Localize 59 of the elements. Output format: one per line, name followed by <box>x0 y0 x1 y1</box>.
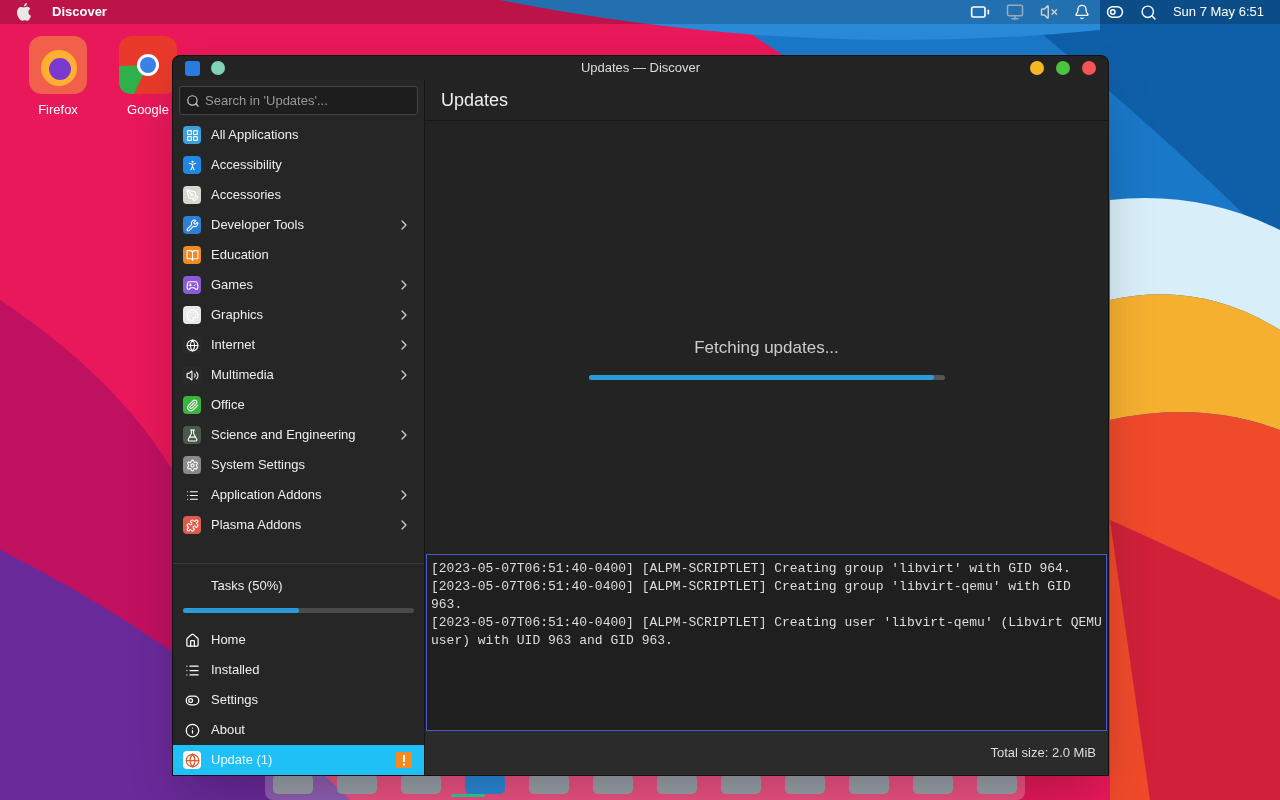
log-line: [2023-05-07T06:51:40-0400] [ALPM-SCRIPTLET] Creating group 'libvirt' with GID 964. <box>431 560 1072 578</box>
warning-icon <box>396 752 412 768</box>
apple-logo-icon[interactable] <box>16 3 32 21</box>
category-item[interactable]: Graphics <box>173 300 424 330</box>
desktop-icon-label[interactable]: Firefox <box>38 100 78 120</box>
paperclip-icon <box>183 396 201 414</box>
info-icon <box>183 721 201 739</box>
category-item[interactable]: Games <box>173 270 424 300</box>
window-title: Updates — Discover <box>580 59 701 78</box>
category-item[interactable]: Developer Tools <box>173 210 424 240</box>
nav-item[interactable]: Home <box>173 625 424 655</box>
category-item[interactable]: Plasma Addons <box>173 510 424 540</box>
nav-item[interactable]: Settings <box>173 685 424 715</box>
close-button[interactable] <box>1082 61 1096 75</box>
category-item[interactable]: Accessibility <box>173 150 424 180</box>
home-icon <box>183 631 201 649</box>
gamepad-icon <box>183 276 201 294</box>
wrench-icon <box>183 216 201 234</box>
pen-icon <box>183 186 201 204</box>
bell-icon[interactable] <box>1073 4 1090 20</box>
fox-app-icon[interactable] <box>29 36 87 94</box>
toggle-icon[interactable] <box>1105 3 1124 21</box>
globe-icon <box>183 336 201 354</box>
palette-icon <box>183 306 201 324</box>
search-field[interactable]: Search in 'Updates'... <box>179 86 418 115</box>
speaker-icon <box>183 366 201 384</box>
total-size: Total size: 2.0 MiB <box>990 744 1096 763</box>
category-item[interactable]: Accessories <box>173 180 424 210</box>
minimize-button[interactable] <box>1030 61 1044 75</box>
category-item[interactable]: Education <box>173 240 424 270</box>
flask-icon <box>183 426 201 444</box>
log-line: [2023-05-07T06:51:40-0400] [ALPM-SCRIPTLET] Creating user 'libvirt-qemu' (Libvirt QEMU user) with UID 963 and GID 963. <box>431 614 1102 650</box>
browser-app-icon[interactable] <box>119 36 177 94</box>
gear-icon <box>183 456 201 474</box>
desktop-icon-label[interactable]: Google <box>127 100 169 120</box>
category-item[interactable]: Science and Engineering <box>173 420 424 450</box>
clock[interactable]: Sun 7 May 6:51 <box>1172 2 1264 22</box>
search-icon <box>186 94 200 108</box>
mute-icon[interactable] <box>1039 3 1058 21</box>
pin-button[interactable] <box>211 61 225 75</box>
book-icon <box>183 246 201 264</box>
nav-item[interactable]: Installed <box>173 655 424 685</box>
puzzle-icon <box>183 516 201 534</box>
person-icon <box>183 156 201 174</box>
maximize-button[interactable] <box>1056 61 1070 75</box>
category-item[interactable]: Internet <box>173 330 424 360</box>
category-item[interactable]: Office <box>173 390 424 420</box>
category-item[interactable]: Multimedia <box>173 360 424 390</box>
category-item[interactable]: Application Addons <box>173 480 424 510</box>
category-item[interactable]: System Settings <box>173 450 424 480</box>
page-title: Updates <box>441 88 509 112</box>
status-text: Fetching updates... <box>694 337 839 360</box>
category-item[interactable]: All Applications <box>173 120 424 150</box>
app-name[interactable]: Discover <box>52 2 107 22</box>
grid-icon <box>183 126 201 144</box>
tasks-label[interactable]: Tasks (50%) <box>173 575 424 595</box>
nav-item[interactable]: About <box>173 715 424 745</box>
search-icon[interactable] <box>1139 3 1157 21</box>
log-line: [2023-05-07T06:51:40-0400] [ALPM-SCRIPTLET] Creating group 'libvirt-qemu' with GID 963. <box>431 578 1072 614</box>
